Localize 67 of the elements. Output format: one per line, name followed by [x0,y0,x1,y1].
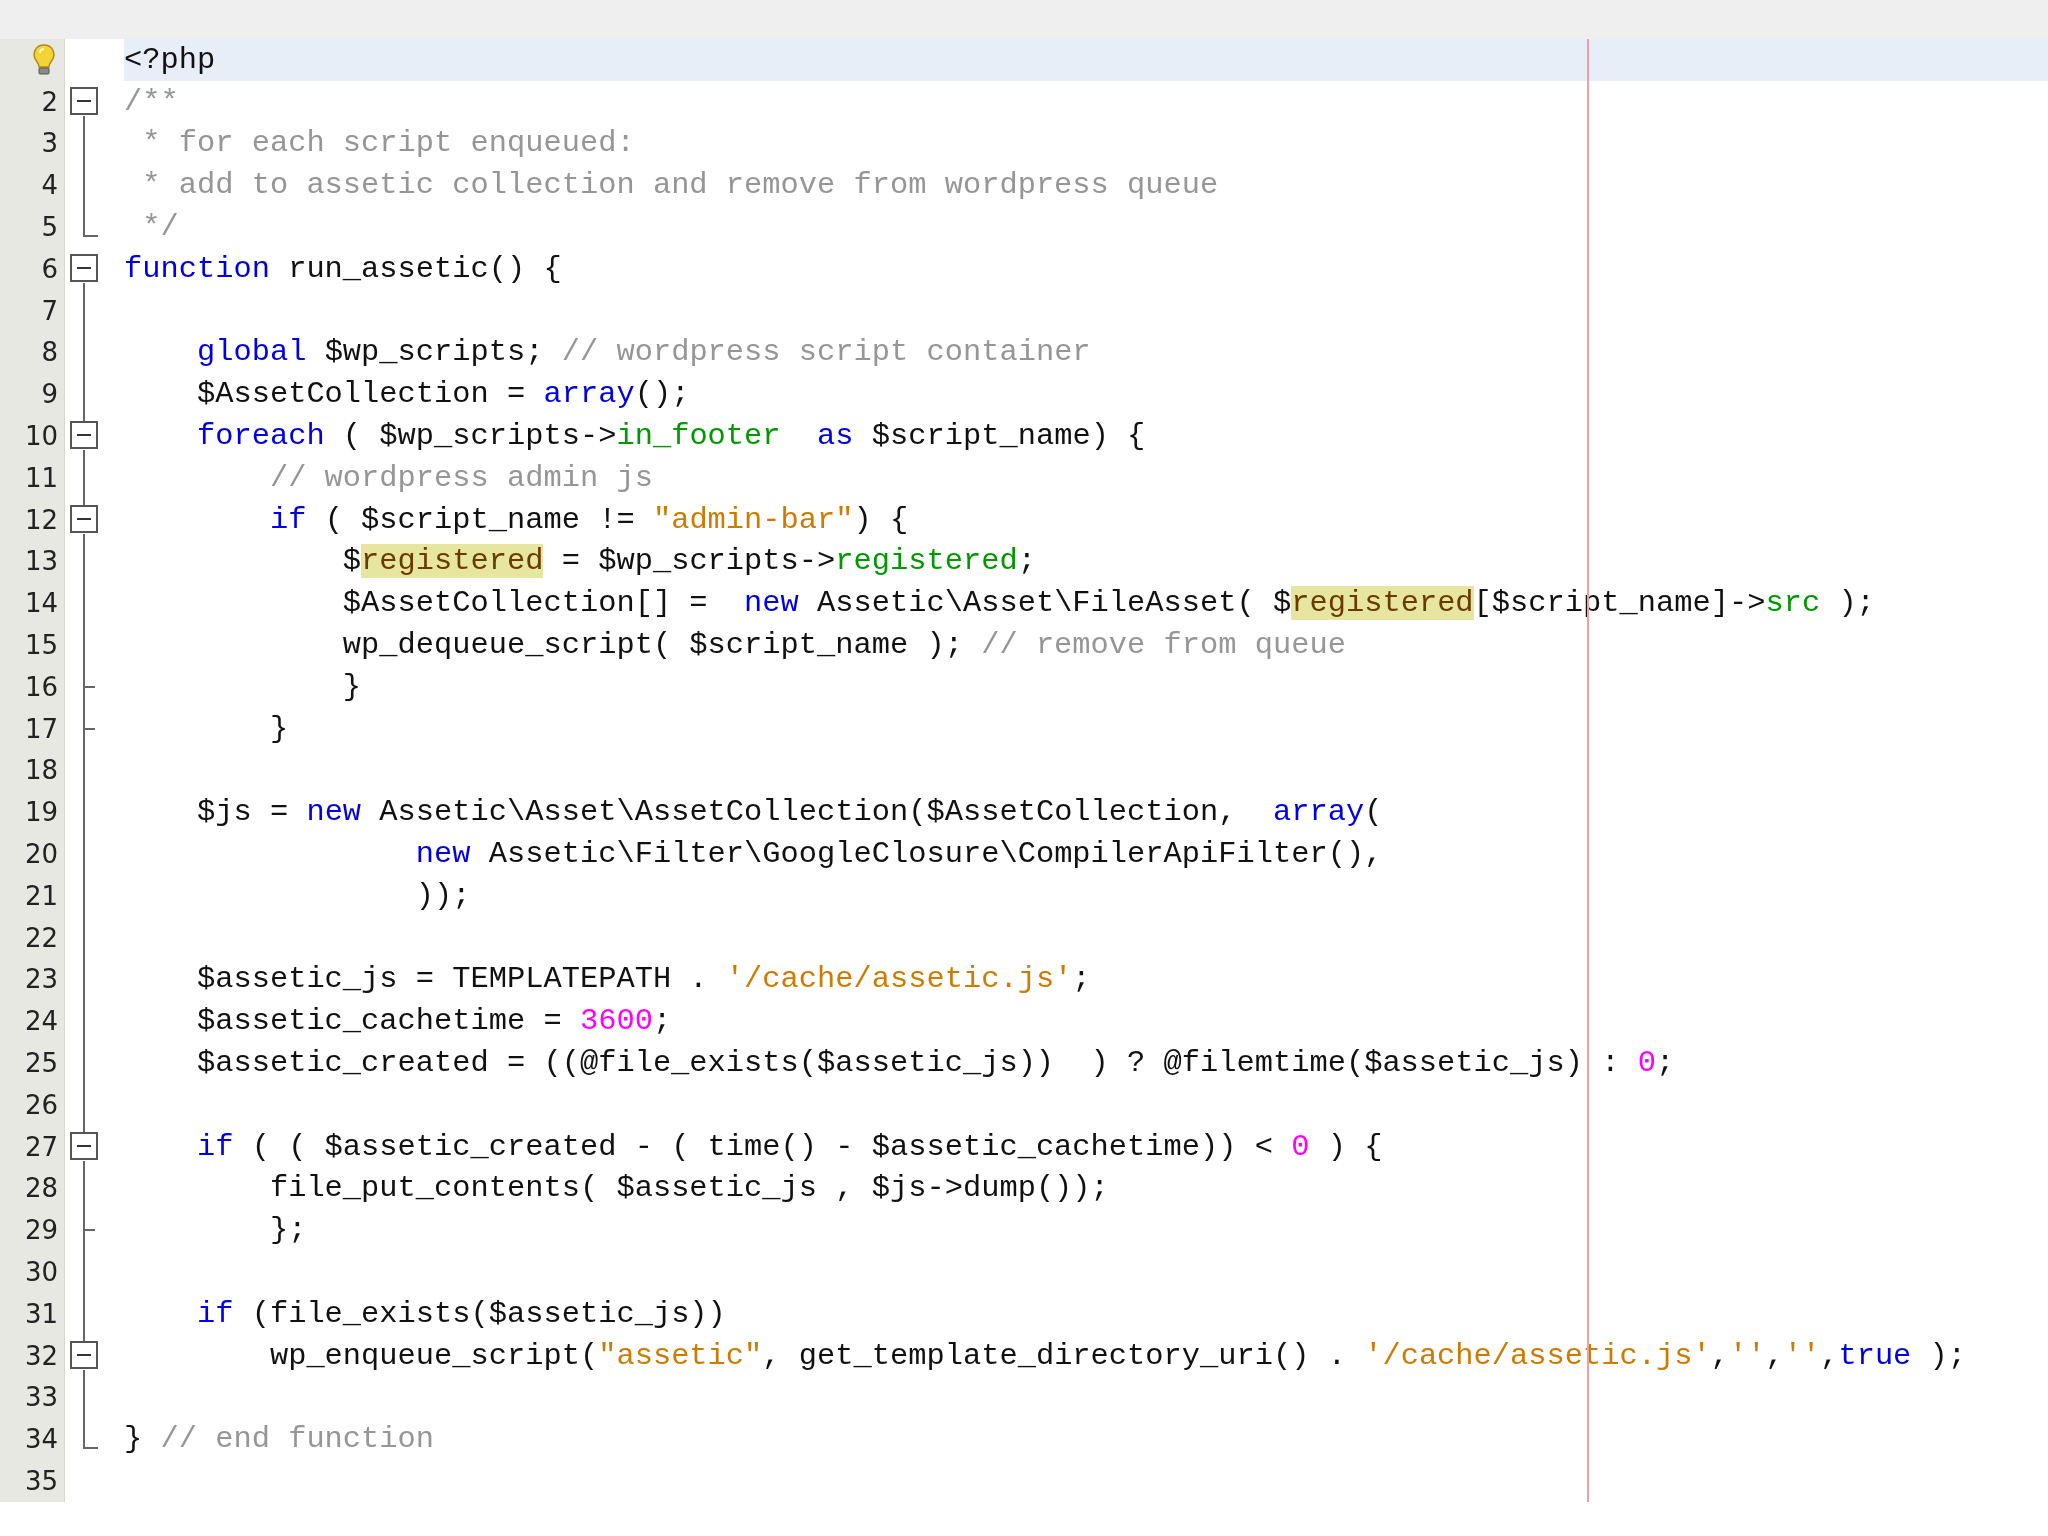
line-number: 10 [24,421,58,452]
code-line: global $wp_scripts; // wordpress script container [196,335,1091,370]
line-number: 32 [24,1340,58,1371]
line-number: 31 [24,1298,58,1329]
code-line: $assetic_cachetime = 3600; [196,1004,672,1039]
code-line: $assetic_js = TEMPLATEPATH . '/cache/assetic.js'; [196,962,1091,997]
line-number: 9 [41,379,58,410]
code-line: file_put_contents( $assetic_js , $js->dump()); [269,1171,1109,1206]
collapse-icon[interactable] [70,498,98,541]
code-line: } // end function [124,1422,435,1457]
line-number: 33 [24,1382,58,1413]
code-line: $js = new Assetic\Asset\AssetCollection($AssetCollection, array( [196,795,1383,830]
code-line: /** [124,84,179,119]
line-number: 11 [24,462,58,493]
code-line: $assetic_created = ((@file_exists($assetic_js)) ) ? @filemtime($assetic_js) : 0; [196,1046,1675,1080]
code-line: $AssetCollection = array(); [196,377,690,412]
code-line: wp_dequeue_script( $script_name ); // remove from queue [342,628,1346,663]
code-line: if (file_exists($assetic_js)) [196,1296,726,1331]
line-number: 27 [24,1131,58,1162]
code-line: }; [269,1213,307,1248]
line-number: 13 [24,546,58,577]
code-line: wp_enqueue_script("assetic", get_template_directory_uri() . '/cache/assetic.js','','',true ); [269,1338,1967,1373]
line-number: 19 [24,797,58,828]
line-number: 23 [24,964,58,995]
code-line: if ( $script_name != "admin-bar") { [269,502,909,537]
line-number: 15 [24,630,58,661]
line-number: 12 [24,504,58,535]
line-number: 14 [24,588,58,619]
code-line: * add to assetic collection and remove from wordpress queue [142,168,1219,203]
line-number: 6 [41,253,58,284]
code-line: // wordpress admin js [269,460,653,495]
line-number: 24 [24,1006,58,1037]
line-number: 25 [24,1048,58,1078]
collapse-icon[interactable] [70,415,98,458]
line-number: 22 [24,922,58,953]
line-number: 30 [24,1257,58,1287]
line-number: 20 [24,839,58,870]
line-number: 21 [24,880,58,911]
line-number: 34 [24,1424,58,1455]
line-number: 4 [41,170,58,201]
line-number: 7 [41,295,58,326]
code-line: } [342,669,362,704]
collapse-icon[interactable] [70,1334,98,1377]
line-number: 26 [24,1089,58,1120]
collapse-icon[interactable] [70,1125,98,1168]
line-number: 3 [41,128,58,159]
code-line: )); [415,878,471,913]
code-line: function run_assetic() { [124,251,562,286]
line-number: 8 [41,337,58,368]
line-number: 17 [24,713,58,744]
line-number: 35 [24,1466,58,1496]
line-number: 29 [24,1215,58,1246]
line-number: 28 [24,1173,58,1204]
code-line: if ( ( $assetic_created - ( time() - $assetic_cachetime)) < 0 ) { [196,1129,1383,1164]
code-line: $AssetCollection[] = new Assetic\Asset\FileAsset( $registered[$script_name]->src ); [342,586,1875,621]
code-line: new Assetic\Filter\GoogleClosure\CompilerApiFilter(), [415,837,1383,872]
code-line: } [269,711,289,746]
line-number: 2 [41,86,58,117]
code-line: * for each script enqueued: [142,126,635,161]
lightbulb-icon[interactable] [32,43,56,76]
line-number: 5 [41,212,58,243]
code-line: */ [142,210,179,245]
code-line: $registered = $wp_scripts->registered; [342,544,1036,579]
line-number: 18 [24,755,58,786]
line-number: 16 [24,671,58,702]
code-line: <?php [124,42,216,77]
code-line: foreach ( $wp_scripts->in_footer as $script_name) { [196,419,1146,454]
